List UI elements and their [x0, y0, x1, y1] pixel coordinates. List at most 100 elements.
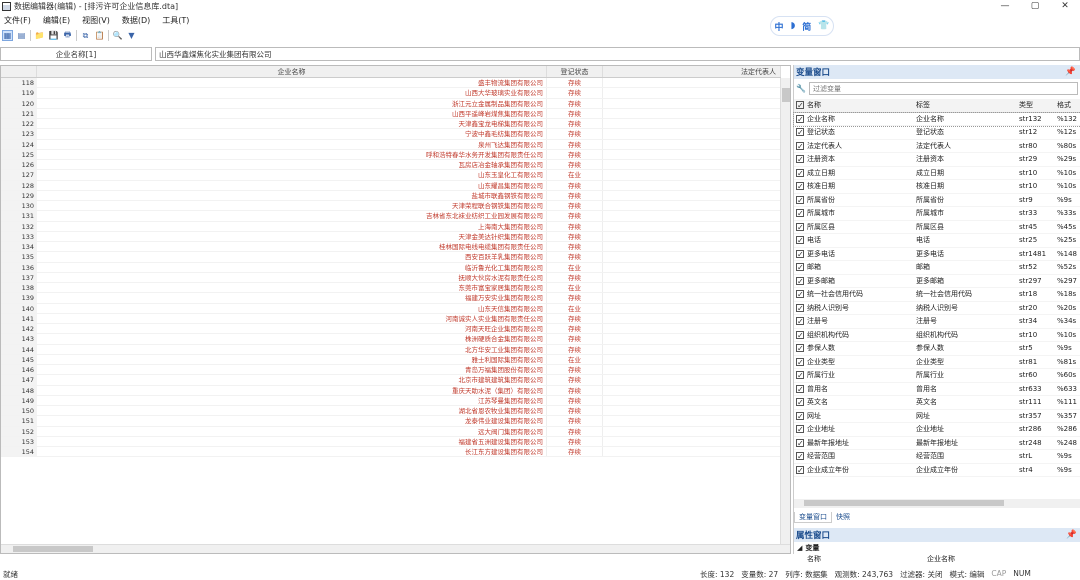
cell-legal-rep[interactable] — [603, 273, 781, 282]
cell-company[interactable]: 山西平遥峰岩煤焦集团有限公司 — [37, 108, 547, 118]
cell-legal-rep[interactable] — [603, 293, 781, 302]
cell-status[interactable]: 存续 — [547, 108, 603, 118]
variable-checkbox[interactable]: ✓ — [796, 276, 804, 285]
open-icon[interactable]: 📁 — [34, 30, 45, 41]
variable-row[interactable]: ✓ 邮箱 邮箱 str52 %52s — [794, 261, 1080, 275]
cell-legal-rep[interactable] — [603, 447, 781, 456]
cell-company[interactable]: 山东天信集团有限公司 — [37, 303, 547, 313]
table-row[interactable]: 142 河南天旺企业集团有限公司 存续 — [1, 324, 781, 335]
cell-legal-rep[interactable] — [603, 150, 781, 159]
tab-snapshot[interactable]: 快照 — [832, 512, 854, 523]
table-row[interactable]: 138 东莞市富宝家居集团有限公司 在业 — [1, 283, 781, 294]
cell-status[interactable]: 存续 — [547, 334, 603, 344]
table-row[interactable]: 141 河南诚实人实业集团有限责任公司 存续 — [1, 313, 781, 324]
cell-company[interactable]: 上海南大集团有限公司 — [37, 221, 547, 231]
table-row[interactable]: 123 宁波中鑫毛纺集团有限公司 存续 — [1, 129, 781, 140]
cell-status[interactable]: 存续 — [547, 324, 603, 334]
cell-legal-rep[interactable] — [603, 406, 781, 415]
cell-company[interactable]: 重庆天助水泥（集团）有限公司 — [37, 385, 547, 395]
save-icon[interactable]: 💾 — [48, 30, 59, 41]
data-grid[interactable]: 企业名称 登记状态 法定代表人 118 盛丰物流集团有限公司 存续 119 山西大华玻璃… — [0, 65, 791, 554]
table-row[interactable]: 140 山东天信集团有限公司 在业 — [1, 303, 781, 314]
cell-status[interactable]: 存续 — [547, 201, 603, 211]
cell-status[interactable]: 存续 — [547, 293, 603, 303]
variable-checkbox[interactable]: ✓ — [796, 182, 804, 191]
variable-checkbox[interactable]: ✓ — [796, 398, 804, 407]
cell-company[interactable]: 宁波中鑫毛纺集团有限公司 — [37, 129, 547, 139]
table-row[interactable]: 135 西安百跃羊乳集团有限公司 存续 — [1, 252, 781, 263]
cell-legal-rep[interactable] — [603, 170, 781, 179]
variable-row[interactable]: ✓ 网址 网址 str357 %357 — [794, 410, 1080, 423]
cell-status[interactable]: 存续 — [547, 406, 603, 416]
table-row[interactable]: 118 盛丰物流集团有限公司 存续 — [1, 78, 781, 89]
cell-legal-rep[interactable] — [603, 304, 781, 313]
table-row[interactable]: 153 福建省五洲建设集团有限公司 存续 — [1, 436, 781, 447]
cell-legal-rep[interactable] — [603, 345, 781, 354]
variable-checkbox[interactable]: ✓ — [796, 209, 804, 218]
table-row[interactable]: 143 株洲硬质合金集团有限公司 存续 — [1, 334, 781, 345]
variable-row[interactable]: ✓ 曾用名 曾用名 str633 %633 — [794, 383, 1080, 396]
cell-legal-rep[interactable] — [603, 437, 781, 446]
variable-row[interactable]: ✓ 参保人数 参保人数 str5 %9s — [794, 342, 1080, 356]
variable-row[interactable]: ✓ 核准日期 核准日期 str10 %10s — [794, 180, 1080, 194]
cell-legal-rep[interactable] — [603, 263, 781, 272]
header-type[interactable]: 类型 — [1019, 100, 1057, 110]
variable-row[interactable]: ✓ 组织机构代码 组织机构代码 str10 %10s — [794, 329, 1080, 342]
table-row[interactable]: 122 天津鑫宝龙电梯集团有限公司 存续 — [1, 119, 781, 130]
table-row[interactable]: 145 雅士利国际集团有限公司 在业 — [1, 354, 781, 365]
cell-company[interactable]: 天津荣程联合钢铁集团有限公司 — [37, 201, 547, 211]
cell-company[interactable]: 福建万安实业集团有限公司 — [37, 293, 547, 303]
cell-status[interactable]: 存续 — [547, 221, 603, 231]
table-row[interactable]: 137 抚顺大伙房水泥有限责任公司 存续 — [1, 272, 781, 283]
table-row[interactable]: 125 呼和浩特春华水务开发集团有限责任公司 存续 — [1, 149, 781, 160]
variable-row[interactable]: ✓ 电话 电话 str25 %25s — [794, 234, 1080, 248]
variable-row[interactable]: ✓ 最新年报地址 最新年报地址 str248 %248 — [794, 437, 1080, 450]
cell-legal-rep[interactable] — [603, 160, 781, 169]
variable-checkbox[interactable]: ✓ — [796, 452, 804, 461]
column-header-company[interactable]: 企业名称 — [37, 66, 547, 77]
table-row[interactable]: 129 盐城市联鑫钢铁有限公司 存续 — [1, 190, 781, 201]
cell-company[interactable]: 株洲硬质合金集团有限公司 — [37, 334, 547, 344]
table-row[interactable]: 144 北方华安工业集团有限公司 存续 — [1, 344, 781, 355]
cell-legal-rep[interactable] — [603, 222, 781, 231]
variable-row[interactable]: ✓ 所属省份 所属省份 str9 %9s — [794, 194, 1080, 207]
cell-legal-rep[interactable] — [603, 365, 781, 374]
cell-legal-rep[interactable] — [603, 314, 781, 323]
variable-row[interactable]: ✓ 企业成立年份 企业成立年份 str4 %9s — [794, 464, 1080, 477]
menu-edit[interactable]: 编辑(E) — [43, 15, 70, 26]
cell-company[interactable]: 抚顺大伙房水泥有限责任公司 — [37, 272, 547, 282]
select-all-checkbox[interactable]: ✓ — [796, 101, 804, 110]
variable-row[interactable]: ✓ 经营范围 经营范围 strL %9s — [794, 450, 1080, 464]
cell-legal-rep[interactable] — [603, 129, 781, 138]
table-row[interactable]: 132 上海南大集团有限公司 存续 — [1, 221, 781, 232]
cell-company[interactable]: 湖北省恩农牧业集团有限公司 — [37, 406, 547, 416]
column-header-status[interactable]: 登记状态 — [547, 66, 603, 77]
cell-legal-rep[interactable] — [603, 252, 781, 261]
cell-company[interactable]: 盛丰物流集团有限公司 — [37, 78, 547, 88]
variable-checkbox[interactable]: ✓ — [796, 290, 804, 299]
cell-status[interactable]: 存续 — [547, 231, 603, 241]
cell-legal-rep[interactable] — [603, 140, 781, 149]
property-row[interactable]: 名称 企业名称 — [794, 553, 1080, 564]
cell-status[interactable]: 存续 — [547, 119, 603, 129]
table-row[interactable]: 134 桂林国际电线电缆集团有限责任公司 存续 — [1, 242, 781, 253]
variable-row[interactable]: ✓ 纳税人识别号 纳税人识别号 str20 %20s — [794, 302, 1080, 315]
variable-row[interactable]: ✓ 企业地址 企业地址 str286 %286 — [794, 423, 1080, 437]
cell-legal-rep[interactable] — [603, 283, 781, 292]
cell-legal-rep[interactable] — [603, 355, 781, 364]
cell-company[interactable]: 东莞市富宝家居集团有限公司 — [37, 283, 547, 293]
ime-simplified[interactable]: 简 — [802, 20, 811, 33]
close-button[interactable]: ✕ — [1050, 0, 1080, 12]
table-row[interactable]: 139 福建万安实业集团有限公司 存续 — [1, 293, 781, 304]
cell-legal-rep[interactable] — [603, 78, 781, 87]
variable-checkbox[interactable]: ✓ — [796, 249, 804, 258]
cell-company[interactable]: 临沂鲁光化工集团有限公司 — [37, 262, 547, 272]
cell-company[interactable]: 福建省五洲建设集团有限公司 — [37, 436, 547, 446]
filter-input[interactable] — [808, 82, 1078, 95]
paste-icon[interactable]: 📋 — [94, 30, 105, 41]
header-name[interactable]: 名称 — [806, 100, 916, 110]
cell-status[interactable]: 存续 — [547, 139, 603, 149]
cell-status[interactable]: 存续 — [547, 180, 603, 190]
cell-legal-rep[interactable] — [603, 242, 781, 251]
variable-checkbox[interactable]: ✓ — [796, 155, 804, 164]
